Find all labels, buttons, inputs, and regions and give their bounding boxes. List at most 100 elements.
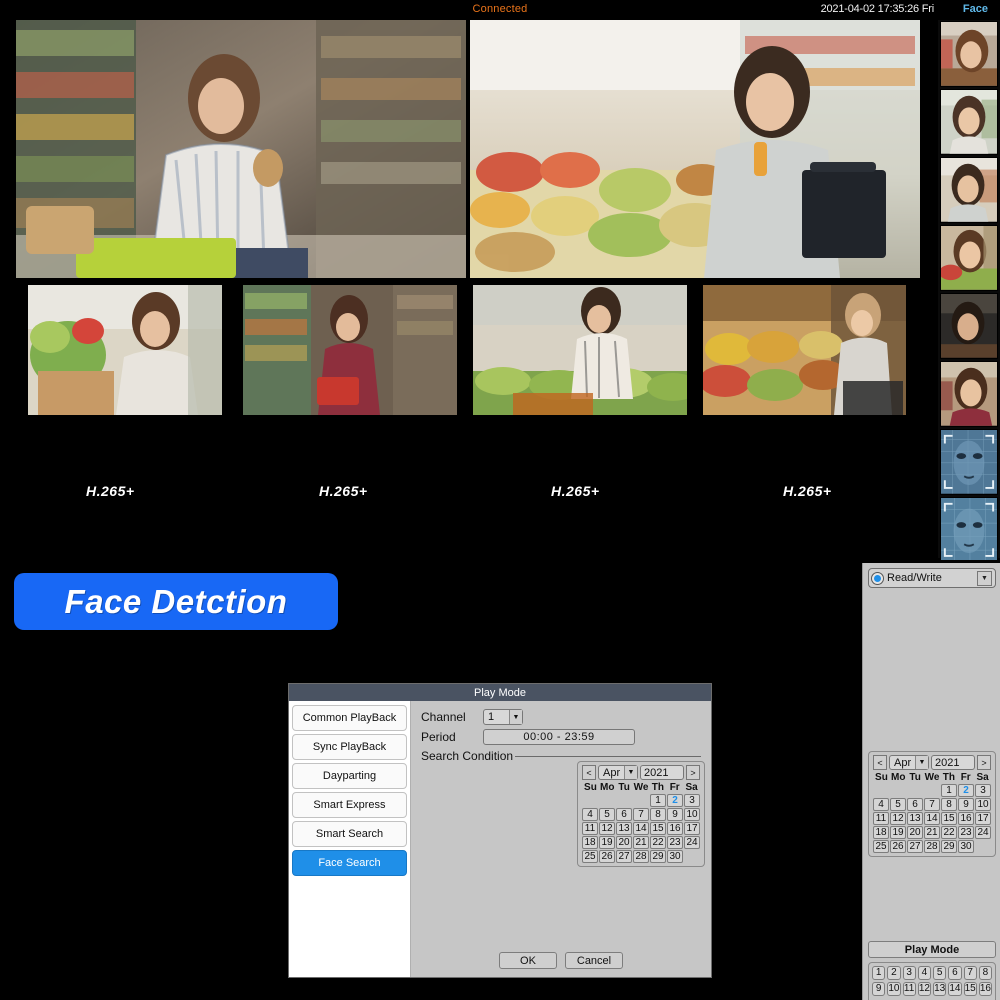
- calendar-day-7[interactable]: 7: [924, 798, 940, 811]
- calendar-day-5[interactable]: 5: [599, 808, 615, 821]
- calendar-day-21[interactable]: 21: [633, 836, 649, 849]
- calendar-day-16[interactable]: 16: [958, 812, 974, 825]
- calendar-day-22[interactable]: 22: [941, 826, 957, 839]
- channel-row-2[interactable]: 9 10 11 12 13 14 15 16: [872, 982, 992, 996]
- video-tile-camera-3[interactable]: [28, 285, 222, 415]
- video-tile-camera-6[interactable]: [703, 285, 906, 415]
- channel-selector[interactable]: 12345678 9 10 11 12 13 14 15 16: [868, 962, 996, 1000]
- side-calendar[interactable]: < Apr ▼ 2021 > Su Mo Tu We Th Fr Sa 1234567891…: [868, 751, 996, 857]
- year-field[interactable]: 2021: [640, 765, 684, 780]
- face-capture-3[interactable]: [940, 157, 998, 223]
- calendar-day-23[interactable]: 23: [958, 826, 974, 839]
- face-capture-8[interactable]: [940, 497, 998, 563]
- calendar-day-12[interactable]: 12: [599, 822, 615, 835]
- calendar-day-26[interactable]: 26: [599, 850, 615, 863]
- calendar-day-1[interactable]: 1: [650, 794, 666, 807]
- calendar-day-18[interactable]: 18: [873, 826, 889, 839]
- ok-button[interactable]: OK: [499, 952, 557, 969]
- channel-cell-10[interactable]: 10: [887, 982, 901, 996]
- channel-cell-14[interactable]: 14: [948, 982, 962, 996]
- side-calendar-days[interactable]: 1 2 3 4 5 6 7 8 9 10 11 12 13 14 15 16 17 18 19 20 21 22 23 24 2…: [873, 784, 991, 853]
- calendar-day-8[interactable]: 8: [650, 808, 666, 821]
- calendar-day-27[interactable]: 27: [907, 840, 923, 853]
- dialog-calendar[interactable]: < Apr ▼ 2021 > Su Mo Tu We Th Fr Sa 1234567891…: [577, 761, 705, 867]
- channel-cell-8[interactable]: 8: [978, 966, 992, 980]
- calendar-day-28[interactable]: 28: [633, 850, 649, 863]
- face-capture-2[interactable]: [940, 89, 998, 155]
- calendar-day-17[interactable]: 17: [975, 812, 991, 825]
- calendar-day-3[interactable]: 3: [684, 794, 700, 807]
- mode-button-dayparting[interactable]: Dayparting: [292, 763, 407, 789]
- calendar-day-7[interactable]: 7: [633, 808, 649, 821]
- channel-select[interactable]: 1 ▼: [483, 709, 523, 725]
- mode-button-common-playback[interactable]: Common PlayBack: [292, 705, 407, 731]
- calendar-day-29[interactable]: 29: [941, 840, 957, 853]
- calendar-day-25[interactable]: 25: [873, 840, 889, 853]
- channel-cell-3[interactable]: 3: [902, 966, 916, 980]
- channel-cell-4[interactable]: 4: [917, 966, 931, 980]
- channel-cell-6[interactable]: 6: [948, 966, 962, 980]
- calendar-day-30[interactable]: 30: [958, 840, 974, 853]
- calendar-day-17[interactable]: 17: [684, 822, 700, 835]
- calendar-day-3[interactable]: 3: [975, 784, 991, 797]
- video-tile-camera-2[interactable]: [470, 20, 920, 278]
- prev-month-button[interactable]: <: [582, 765, 596, 780]
- calendar-day-28[interactable]: 28: [924, 840, 940, 853]
- calendar-day-1[interactable]: 1: [941, 784, 957, 797]
- mode-button-smart-search[interactable]: Smart Search: [292, 821, 407, 847]
- mode-button-sync-playback[interactable]: Sync PlayBack: [292, 734, 407, 760]
- chevron-down-icon[interactable]: ▼: [509, 710, 522, 724]
- period-input[interactable]: 00:00 - 23:59: [483, 729, 635, 745]
- month-select[interactable]: Apr ▼: [889, 755, 929, 770]
- calendar-day-13[interactable]: 13: [907, 812, 923, 825]
- calendar-day-14[interactable]: 14: [633, 822, 649, 835]
- channel-cell-1[interactable]: 1: [872, 966, 886, 980]
- calendar-day-9[interactable]: 9: [667, 808, 683, 821]
- calendar-day-25[interactable]: 25: [582, 850, 598, 863]
- calendar-day-20[interactable]: 20: [616, 836, 632, 849]
- calendar-day-12[interactable]: 12: [890, 812, 906, 825]
- readwrite-dropdown[interactable]: Read/Write ▼: [868, 568, 996, 588]
- calendar-day-4[interactable]: 4: [582, 808, 598, 821]
- calendar-day-5[interactable]: 5: [890, 798, 906, 811]
- calendar-day-15[interactable]: 15: [941, 812, 957, 825]
- video-tile-camera-4[interactable]: [243, 285, 457, 415]
- chevron-down-icon[interactable]: ▼: [915, 756, 928, 769]
- video-tile-camera-5[interactable]: [473, 285, 687, 415]
- channel-cell-7[interactable]: 7: [963, 966, 977, 980]
- channel-cell-16[interactable]: 16: [978, 982, 992, 996]
- next-month-button[interactable]: >: [686, 765, 700, 780]
- calendar-day-11[interactable]: 11: [582, 822, 598, 835]
- calendar-day-4[interactable]: 4: [873, 798, 889, 811]
- calendar-day-10[interactable]: 10: [975, 798, 991, 811]
- face-capture-6[interactable]: [940, 361, 998, 427]
- face-capture-7[interactable]: [940, 429, 998, 495]
- next-month-button[interactable]: >: [977, 755, 991, 770]
- chevron-down-icon[interactable]: ▼: [977, 570, 992, 586]
- calendar-day-24[interactable]: 24: [684, 836, 700, 849]
- calendar-day-6[interactable]: 6: [616, 808, 632, 821]
- face-capture-5[interactable]: [940, 293, 998, 359]
- calendar-day-19[interactable]: 19: [599, 836, 615, 849]
- channel-cell-9[interactable]: 9: [872, 982, 886, 996]
- channel-cell-12[interactable]: 12: [917, 982, 931, 996]
- calendar-day-15[interactable]: 15: [650, 822, 666, 835]
- calendar-day-11[interactable]: 11: [873, 812, 889, 825]
- chevron-down-icon[interactable]: ▼: [624, 766, 637, 779]
- channel-cell-15[interactable]: 15: [963, 982, 977, 996]
- channel-cell-13[interactable]: 13: [933, 982, 947, 996]
- calendar-day-26[interactable]: 26: [890, 840, 906, 853]
- calendar-day-6[interactable]: 6: [907, 798, 923, 811]
- year-field[interactable]: 2021: [931, 755, 975, 770]
- video-tile-camera-1[interactable]: [16, 20, 466, 278]
- calendar-day-9[interactable]: 9: [958, 798, 974, 811]
- calendar-day-22[interactable]: 22: [650, 836, 666, 849]
- mode-button-smart-express[interactable]: Smart Express: [292, 792, 407, 818]
- channel-cell-2[interactable]: 2: [887, 966, 901, 980]
- calendar-day-18[interactable]: 18: [582, 836, 598, 849]
- calendar-day-24[interactable]: 24: [975, 826, 991, 839]
- calendar-day-19[interactable]: 19: [890, 826, 906, 839]
- dialog-calendar-days[interactable]: 1 2 3 4 5 6 7 8 9 10 11 12 13 14 15 16 17 18 19 20 21 22 23 24 2…: [582, 794, 700, 863]
- calendar-day-10[interactable]: 10: [684, 808, 700, 821]
- calendar-day-2[interactable]: 2: [667, 794, 683, 807]
